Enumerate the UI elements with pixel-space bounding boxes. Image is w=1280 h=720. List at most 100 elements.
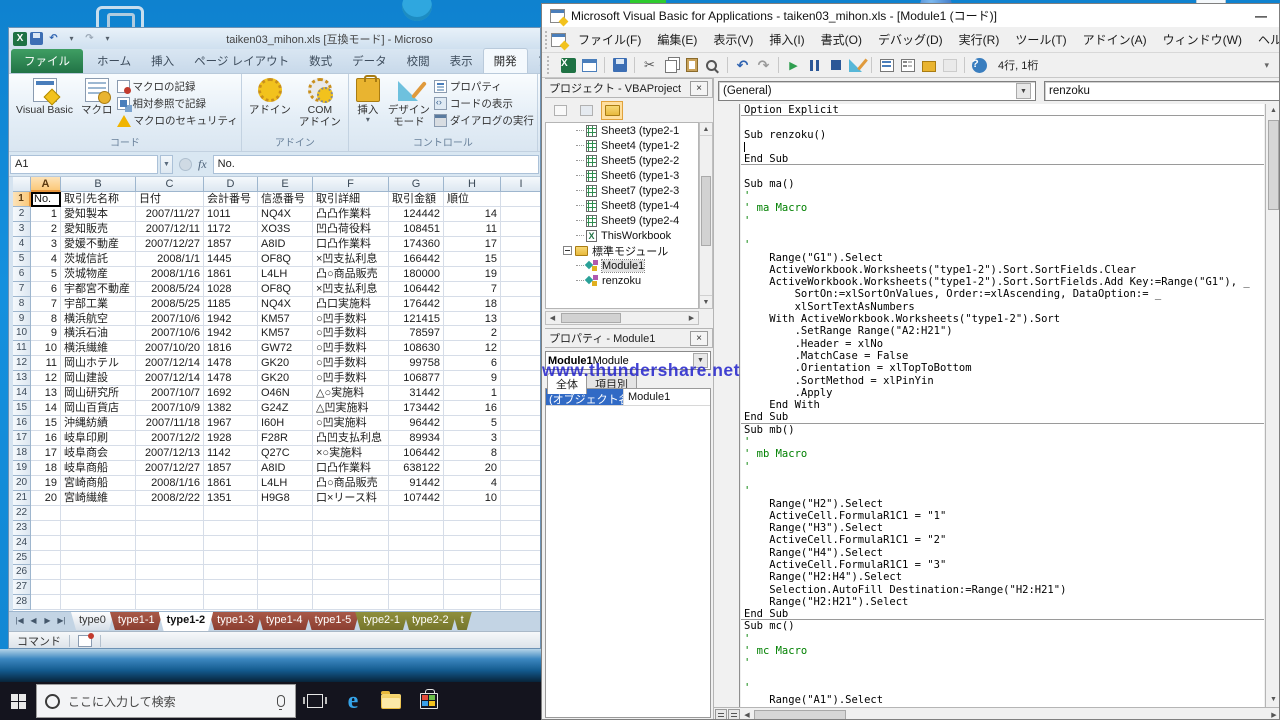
scroll-up-icon[interactable]: ▲	[700, 123, 712, 136]
row-header[interactable]: 18	[13, 446, 31, 461]
grid-cell[interactable]	[204, 595, 258, 610]
grid-cell[interactable]: OF8Q	[258, 252, 313, 267]
menu-ウィンドウ(W)[interactable]: ウィンドウ(W)	[1155, 27, 1250, 52]
grid-cell[interactable]: 12	[444, 341, 501, 356]
first-sheet-icon[interactable]: |◀	[13, 614, 26, 628]
grid-cell[interactable]: 2008/1/1	[136, 252, 204, 267]
view-object-button[interactable]	[575, 101, 597, 120]
toolbar-overflow-icon[interactable]: ▾	[1264, 60, 1269, 71]
grid-cell[interactable]	[389, 536, 444, 551]
object-dropdown[interactable]: (General) ▼	[718, 81, 1036, 101]
grid-cell[interactable]: 20	[31, 491, 61, 506]
grid-cell[interactable]: 凹凸荷役料	[313, 222, 389, 237]
grid-cell[interactable]	[136, 580, 204, 595]
grid-cell[interactable]: GW72	[258, 341, 313, 356]
grid-cell[interactable]: 106442	[389, 282, 444, 297]
ribbon-button[interactable]: ダイアログの実行	[434, 112, 534, 129]
grid-cell[interactable]: 2007/10/7	[136, 386, 204, 401]
project-horizontal-scrollbar[interactable]: ◀ ▶	[545, 311, 699, 325]
split-view-icon[interactable]	[728, 709, 740, 720]
grid-cell[interactable]: 1	[31, 207, 61, 222]
row-header[interactable]: 27	[13, 580, 31, 595]
grid-cell[interactable]: 16	[444, 401, 501, 416]
grid-cell[interactable]: 13	[31, 386, 61, 401]
combo-dropdown-icon[interactable]: ▼	[1016, 83, 1031, 99]
grid-cell[interactable]: 1942	[204, 312, 258, 327]
grid-cell[interactable]: L4LH	[258, 267, 313, 282]
grid-cell[interactable]	[61, 565, 136, 580]
grid-cell[interactable]: 岐阜商会	[61, 446, 136, 461]
grid-cell[interactable]	[136, 595, 204, 610]
grid-cell[interactable]	[61, 536, 136, 551]
grid-cell[interactable]: 凸口実施料	[313, 297, 389, 312]
grid-cell[interactable]: 1942	[204, 326, 258, 341]
grid-cell[interactable]: 順位	[444, 192, 501, 207]
grid-cell[interactable]: 岡山百貨店	[61, 401, 136, 416]
stop-button[interactable]	[827, 57, 844, 74]
menu-ツール(T)[interactable]: ツール(T)	[1007, 27, 1074, 52]
grid-cell[interactable]: 1967	[204, 416, 258, 431]
grid-cell[interactable]: 14	[31, 401, 61, 416]
grid-cell[interactable]: 1172	[204, 222, 258, 237]
run-button[interactable]: ▶	[785, 57, 802, 74]
grid-cell[interactable]: NQ4X	[258, 297, 313, 312]
grid-cell[interactable]: 5	[31, 267, 61, 282]
grid-cell[interactable]: 31442	[389, 386, 444, 401]
grid-cell[interactable]	[444, 536, 501, 551]
grid-cell[interactable]: 106442	[389, 446, 444, 461]
name-box-dropdown-icon[interactable]: ▼	[160, 155, 173, 174]
grid-cell[interactable]: O46N	[258, 386, 313, 401]
grid-cell[interactable]	[444, 506, 501, 521]
grid-cell[interactable]	[501, 416, 541, 431]
menu-アドイン(A)[interactable]: アドイン(A)	[1075, 27, 1155, 52]
menu-編集(E)[interactable]: 編集(E)	[649, 27, 705, 52]
grid-cell[interactable]: 宮崎商船	[61, 476, 136, 491]
grid-cell[interactable]: 2007/12/14	[136, 356, 204, 371]
ribbon-tab[interactable]: ページ レイアウト	[184, 49, 299, 73]
menu-実行(R)[interactable]: 実行(R)	[951, 27, 1008, 52]
fx-icon[interactable]: fx	[198, 157, 207, 172]
grid-cell[interactable]: 口凸作業料	[313, 461, 389, 476]
sheet-tab-t[interactable]: t	[453, 612, 472, 630]
grid-cell[interactable]: 107442	[389, 491, 444, 506]
save-button[interactable]	[611, 57, 628, 74]
ribbon-tab[interactable]: 校閲	[397, 49, 440, 73]
grid-cell[interactable]: ○凹手数料	[313, 312, 389, 327]
paste-button[interactable]	[683, 57, 700, 74]
qat-customize-icon[interactable]: ▾	[100, 31, 115, 46]
grid-cell[interactable]: F28R	[258, 431, 313, 446]
spreadsheet-grid[interactable]: ABCDEFGHI1No.取引先名称日付会計番号信憑番号取引詳細取引金額順位21…	[13, 177, 541, 611]
grid-cell[interactable]: 173442	[389, 401, 444, 416]
task-view-button[interactable]	[296, 682, 334, 720]
file-explorer-button[interactable]	[372, 682, 410, 720]
grid-cell[interactable]	[501, 207, 541, 222]
grid-cell[interactable]	[501, 536, 541, 551]
grid-cell[interactable]	[501, 326, 541, 341]
grid-cell[interactable]	[258, 506, 313, 521]
code-editor[interactable]: Option Explicit Sub renzoku() End Sub Su…	[741, 104, 1264, 707]
grid-cell[interactable]	[389, 595, 444, 610]
ribbon-tab[interactable]: ホーム	[87, 49, 141, 73]
grid-cell[interactable]	[31, 536, 61, 551]
grid-cell[interactable]: 2008/1/16	[136, 476, 204, 491]
grid-cell[interactable]	[31, 521, 61, 536]
grid-cell[interactable]: GK20	[258, 356, 313, 371]
last-sheet-icon[interactable]: ▶|	[55, 614, 68, 628]
minimize-button[interactable]: —	[1251, 9, 1271, 23]
grid-cell[interactable]: 10	[31, 341, 61, 356]
ribbon-button[interactable]: コードの表示	[434, 95, 534, 112]
grid-cell[interactable]: 信憑番号	[258, 192, 313, 207]
next-sheet-icon[interactable]: ▶	[41, 614, 54, 628]
select-all-corner[interactable]	[13, 177, 31, 192]
procedure-dropdown[interactable]: renzoku	[1044, 81, 1280, 101]
grid-cell[interactable]	[204, 536, 258, 551]
scroll-left-icon[interactable]: ◀	[740, 711, 754, 719]
row-header[interactable]: 8	[13, 297, 31, 312]
insert-function-circle-icon[interactable]	[179, 158, 192, 171]
row-header[interactable]: 26	[13, 565, 31, 580]
grid-cell[interactable]: ○凹手数料	[313, 356, 389, 371]
find-button[interactable]	[704, 57, 721, 74]
grid-cell[interactable]	[258, 595, 313, 610]
redo-button[interactable]: ↷	[755, 57, 772, 74]
column-header[interactable]: F	[313, 177, 389, 192]
